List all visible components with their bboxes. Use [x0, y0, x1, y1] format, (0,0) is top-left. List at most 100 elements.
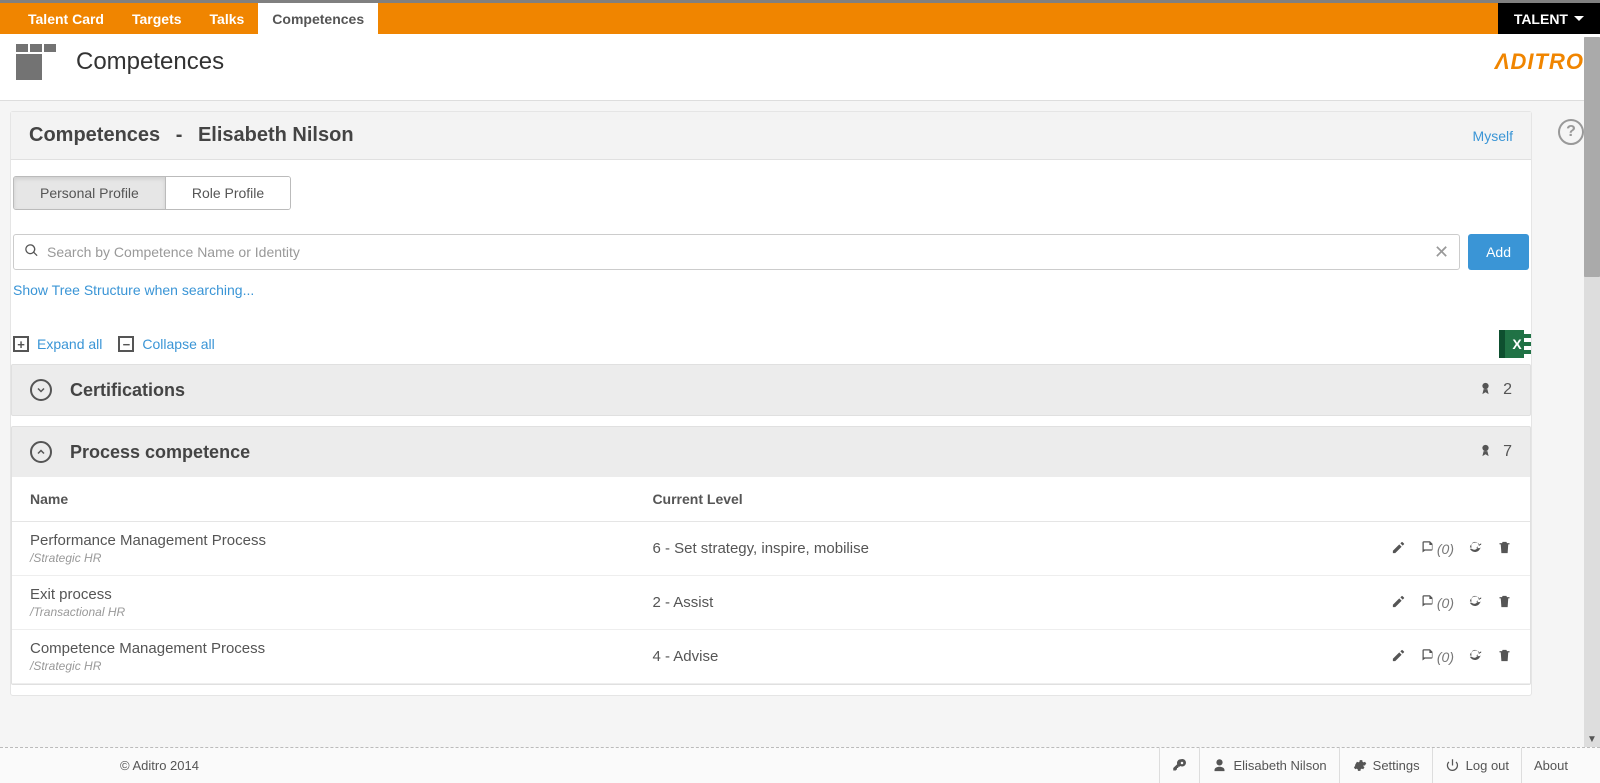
trash-icon	[1497, 594, 1512, 612]
search-icon	[24, 243, 39, 261]
export-excel-button[interactable]: X	[1499, 330, 1529, 358]
competence-table: Name Current Level Performance Managemen…	[12, 477, 1530, 684]
ribbon-icon	[1478, 443, 1493, 461]
expand-all-label: Expand all	[37, 336, 102, 352]
trash-icon	[1497, 648, 1512, 666]
show-tree-structure-link[interactable]: Show Tree Structure when searching...	[11, 278, 256, 302]
key-icon	[1172, 758, 1187, 773]
notes-count: (0)	[1437, 649, 1454, 665]
notes-button[interactable]: (0)	[1420, 594, 1454, 612]
profile-tabs: Personal Profile Role Profile	[13, 176, 291, 210]
footer-settings[interactable]: Settings	[1339, 748, 1432, 783]
section-process-competence: Process competence 7 Name Current Le	[11, 426, 1531, 685]
footer-key-button[interactable]	[1159, 748, 1199, 783]
tab-personal-profile[interactable]: Personal Profile	[14, 177, 166, 209]
row-name: Competence Management Process	[30, 640, 652, 657]
nav-tab-competences[interactable]: Competences	[258, 3, 378, 34]
edit-button[interactable]	[1391, 594, 1406, 612]
trash-icon	[1497, 540, 1512, 558]
panel-title: Competences - Elisabeth Nilson	[29, 124, 354, 147]
search-input[interactable]	[39, 244, 1434, 260]
row-path: /Strategic HR	[30, 551, 652, 565]
footer-bar: © Aditro 2014 Elisabeth Nilson Settings …	[0, 747, 1600, 783]
expand-all-button[interactable]: + Expand all	[13, 336, 102, 352]
brand-logo: ΛDITRO	[1495, 49, 1584, 75]
section-certifications: Certifications 2	[11, 364, 1531, 416]
certifications-count: 2	[1503, 381, 1512, 399]
nav-tab-targets[interactable]: Targets	[118, 3, 196, 34]
note-icon	[1420, 540, 1435, 558]
row-name: Exit process	[30, 586, 652, 603]
section-certifications-title: Certifications	[70, 380, 185, 401]
footer-about[interactable]: About	[1521, 748, 1580, 783]
excel-icon: X	[1499, 330, 1529, 358]
table-row: Exit process /Transactional HR 2 - Assis…	[12, 576, 1530, 630]
row-level: 4 - Advise	[652, 648, 1390, 665]
collapse-all-label: Collapse all	[142, 336, 214, 352]
main-nav-tabs: Talent Card Targets Talks Competences	[0, 3, 378, 34]
tab-role-profile[interactable]: Role Profile	[166, 177, 290, 209]
panel-header: Competences - Elisabeth Nilson Myself	[11, 112, 1531, 160]
clear-search-icon[interactable]: ✕	[1434, 242, 1449, 263]
pencil-icon	[1391, 648, 1406, 666]
notes-button[interactable]: (0)	[1420, 540, 1454, 558]
refresh-icon	[1468, 594, 1483, 612]
nav-tab-talks[interactable]: Talks	[196, 3, 259, 34]
process-count: 7	[1503, 443, 1512, 461]
talent-dropdown-label: TALENT	[1514, 11, 1568, 27]
vertical-scrollbar[interactable]: ▼	[1584, 37, 1600, 747]
section-certifications-header[interactable]: Certifications 2	[12, 365, 1530, 415]
table-row: Performance Management Process /Strategi…	[12, 522, 1530, 576]
row-path: /Strategic HR	[30, 659, 652, 673]
refresh-button[interactable]	[1468, 648, 1483, 666]
pencil-icon	[1391, 594, 1406, 612]
help-button[interactable]: ?	[1558, 119, 1584, 145]
footer-user[interactable]: Elisabeth Nilson	[1199, 748, 1338, 783]
scroll-down-arrow-icon[interactable]: ▼	[1584, 731, 1600, 747]
table-row: Competence Management Process /Strategic…	[12, 630, 1530, 684]
col-header-level: Current Level	[652, 491, 1512, 507]
page-title: Competences	[76, 48, 224, 76]
delete-button[interactable]	[1497, 540, 1512, 558]
note-icon	[1420, 594, 1435, 612]
delete-button[interactable]	[1497, 648, 1512, 666]
search-box: ✕	[13, 234, 1460, 270]
delete-button[interactable]	[1497, 594, 1512, 612]
pencil-icon	[1391, 540, 1406, 558]
row-name: Performance Management Process	[30, 532, 652, 549]
section-process-title: Process competence	[70, 442, 250, 463]
refresh-button[interactable]	[1468, 594, 1483, 612]
scrollbar-thumb[interactable]	[1584, 37, 1600, 277]
edit-button[interactable]	[1391, 540, 1406, 558]
ribbon-icon	[1478, 381, 1493, 399]
footer-logout[interactable]: Log out	[1432, 748, 1521, 783]
row-level: 2 - Assist	[652, 594, 1390, 611]
nav-tab-talent-card[interactable]: Talent Card	[14, 3, 118, 34]
add-button[interactable]: Add	[1468, 234, 1529, 270]
footer-user-label: Elisabeth Nilson	[1233, 758, 1326, 773]
power-icon	[1445, 758, 1460, 773]
user-icon	[1212, 758, 1227, 773]
chevron-up-circle-icon	[30, 441, 52, 463]
footer-about-label: About	[1534, 758, 1568, 773]
notes-count: (0)	[1437, 595, 1454, 611]
chevron-down-icon	[1574, 16, 1584, 21]
chevron-down-circle-icon	[30, 379, 52, 401]
edit-button[interactable]	[1391, 648, 1406, 666]
page-header: Competences ΛDITRO	[0, 34, 1600, 101]
minus-square-icon: −	[118, 336, 134, 352]
panel-title-person: Elisabeth Nilson	[198, 124, 354, 146]
section-process-header[interactable]: Process competence 7	[12, 427, 1530, 477]
refresh-button[interactable]	[1468, 540, 1483, 558]
footer-logout-label: Log out	[1466, 758, 1509, 773]
top-nav-bar: Talent Card Targets Talks Competences TA…	[0, 0, 1600, 34]
collapse-all-button[interactable]: − Collapse all	[118, 336, 214, 352]
myself-link[interactable]: Myself	[1473, 128, 1513, 144]
footer-copyright: © Aditro 2014	[120, 758, 199, 773]
gear-icon	[1352, 758, 1367, 773]
notes-button[interactable]: (0)	[1420, 648, 1454, 666]
refresh-icon	[1468, 648, 1483, 666]
talent-dropdown[interactable]: TALENT	[1498, 3, 1600, 34]
footer-settings-label: Settings	[1373, 758, 1420, 773]
row-path: /Transactional HR	[30, 605, 652, 619]
